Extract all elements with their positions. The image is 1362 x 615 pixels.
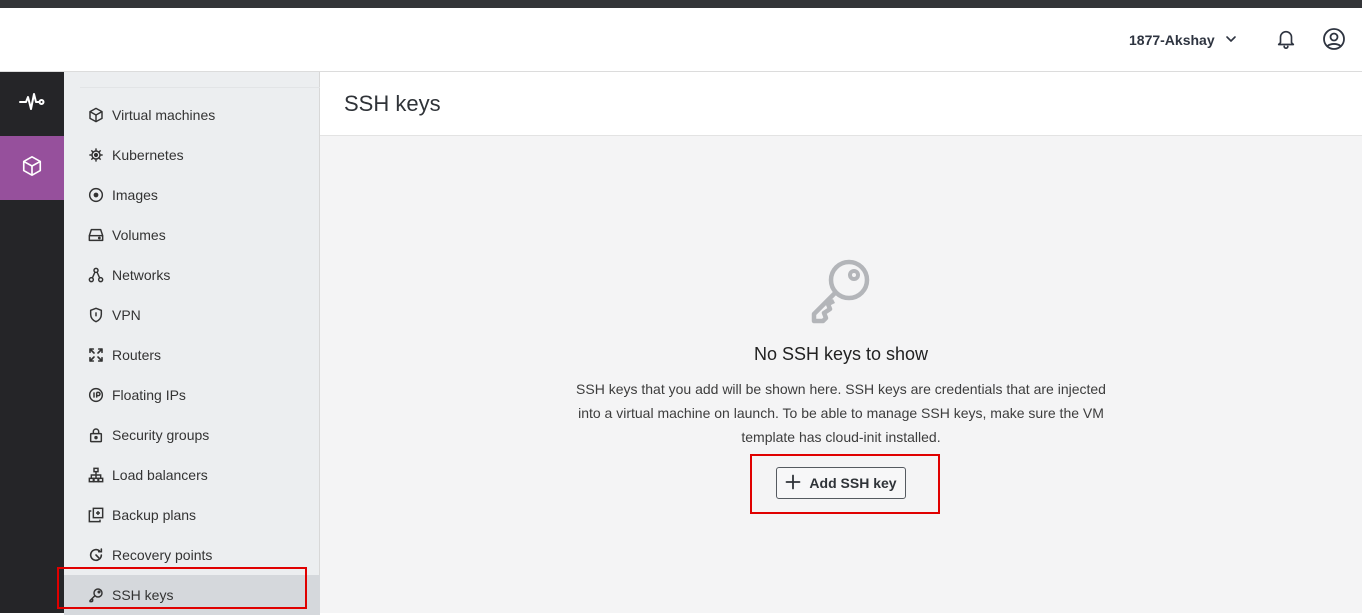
sidebar-item-label: Load balancers bbox=[112, 467, 208, 483]
top-header: 1877-Akshay bbox=[0, 8, 1362, 72]
empty-state: No SSH keys to show SSH keys that you ad… bbox=[320, 252, 1362, 499]
sidebar-item-security-groups[interactable]: Security groups bbox=[64, 415, 320, 455]
cube-icon bbox=[21, 155, 43, 182]
bell-icon[interactable] bbox=[1273, 26, 1299, 52]
sidebar-item-label: Recovery points bbox=[112, 547, 213, 563]
key-icon bbox=[320, 252, 1362, 324]
sidebar-item-label: Floating IPs bbox=[112, 387, 186, 403]
sidebar-item-label: VPN bbox=[112, 307, 141, 323]
recovery-icon bbox=[88, 547, 104, 563]
sidebar-item-virtual-machines[interactable]: Virtual machines bbox=[64, 95, 320, 135]
user-circle-icon[interactable] bbox=[1321, 26, 1347, 52]
sidebar-nav: Virtual machines Kubernetes Images Volum… bbox=[64, 95, 320, 615]
sidebar-item-label: Networks bbox=[112, 267, 171, 283]
sidebar: Virtual machines Kubernetes Images Volum… bbox=[64, 72, 320, 615]
helm-icon bbox=[88, 147, 104, 163]
activity-icon bbox=[19, 91, 45, 118]
sidebar-divider bbox=[80, 87, 320, 88]
add-ssh-key-button[interactable]: Add SSH key bbox=[776, 467, 906, 499]
sidebar-item-label: Kubernetes bbox=[112, 147, 184, 163]
sidebar-item-label: Images bbox=[112, 187, 158, 203]
main-content: SSH keys No SSH keys to show SSH keys th… bbox=[320, 72, 1362, 613]
router-icon bbox=[88, 347, 104, 363]
sitemap-icon bbox=[88, 467, 104, 483]
sidebar-item-load-balancers[interactable]: Load balancers bbox=[64, 455, 320, 495]
page-header: SSH keys bbox=[320, 72, 1362, 136]
sidebar-item-label: SSH keys bbox=[112, 587, 174, 603]
rail-item-monitoring[interactable] bbox=[0, 72, 64, 136]
sidebar-item-label: Virtual machines bbox=[112, 107, 216, 123]
sidebar-item-ssh-keys[interactable]: SSH keys bbox=[64, 575, 320, 615]
empty-state-title: No SSH keys to show bbox=[753, 344, 929, 364]
sidebar-item-label: Security groups bbox=[112, 427, 210, 443]
page-title: SSH keys bbox=[344, 90, 441, 116]
drive-icon bbox=[88, 227, 104, 243]
sidebar-item-label: Backup plans bbox=[112, 507, 197, 523]
top-strip bbox=[0, 0, 1362, 8]
app-rail bbox=[0, 72, 64, 613]
backup-icon bbox=[88, 507, 104, 523]
plus-icon bbox=[785, 474, 801, 493]
sidebar-item-kubernetes[interactable]: Kubernetes bbox=[64, 135, 320, 175]
empty-state-description: SSH keys that you add will be shown here… bbox=[576, 381, 1106, 445]
cube-icon bbox=[88, 107, 104, 123]
sidebar-item-vpn[interactable]: VPN bbox=[64, 295, 320, 335]
sidebar-item-label: Routers bbox=[112, 347, 162, 363]
chevron-down-icon bbox=[1225, 32, 1237, 48]
key-icon bbox=[88, 587, 104, 603]
rail-item-compute[interactable] bbox=[0, 136, 64, 200]
sidebar-item-floating-ips[interactable]: Floating IPs bbox=[64, 375, 320, 415]
sidebar-item-routers[interactable]: Routers bbox=[64, 335, 320, 375]
sidebar-item-volumes[interactable]: Volumes bbox=[64, 215, 320, 255]
account-switcher[interactable]: 1877-Akshay bbox=[1129, 30, 1237, 50]
sidebar-item-label: Volumes bbox=[112, 227, 166, 243]
floating-ip-icon bbox=[88, 387, 104, 403]
account-name: 1877-Akshay bbox=[1129, 32, 1215, 48]
network-icon bbox=[88, 267, 104, 283]
disc-icon bbox=[88, 187, 104, 203]
sidebar-item-recovery-points[interactable]: Recovery points bbox=[64, 535, 320, 575]
sidebar-item-images[interactable]: Images bbox=[64, 175, 320, 215]
add-ssh-key-label: Add SSH key bbox=[809, 475, 897, 491]
sidebar-item-networks[interactable]: Networks bbox=[64, 255, 320, 295]
lock-icon bbox=[88, 427, 104, 443]
shield-icon bbox=[88, 307, 104, 323]
sidebar-item-backup-plans[interactable]: Backup plans bbox=[64, 495, 320, 535]
